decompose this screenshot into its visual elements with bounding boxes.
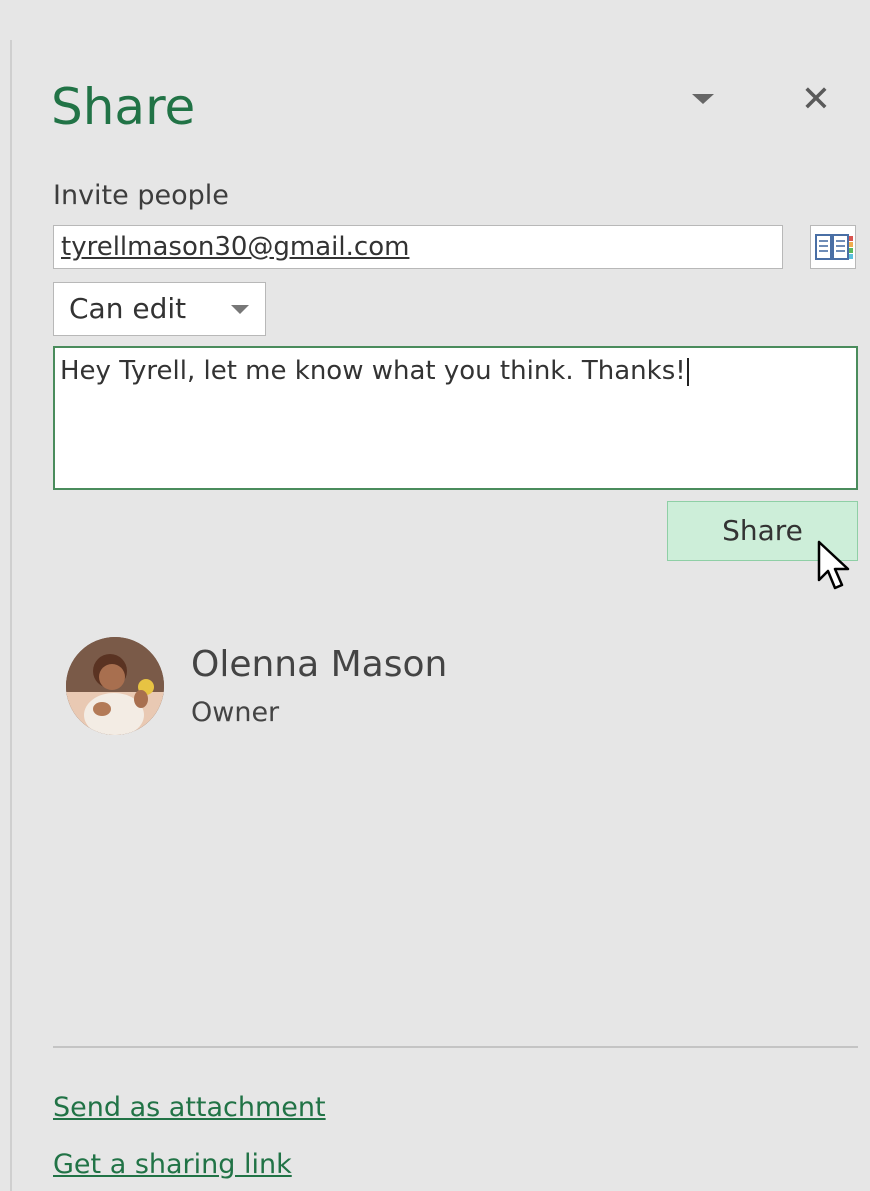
avatar xyxy=(66,637,164,735)
address-book-icon xyxy=(815,234,853,260)
person-name: Olenna Mason xyxy=(191,644,448,685)
permission-dropdown[interactable]: Can edit xyxy=(53,282,266,336)
message-text: Hey Tyrell, let me know what you think. … xyxy=(60,356,686,386)
person-role: Owner xyxy=(191,697,280,728)
email-input[interactable]: tyrellmason30@gmail.com xyxy=(53,225,783,269)
address-book-button[interactable] xyxy=(810,225,856,269)
send-as-attachment-link[interactable]: Send as attachment xyxy=(53,1088,326,1128)
task-pane-options-button[interactable] xyxy=(688,84,718,114)
invite-people-label: Invite people xyxy=(53,180,229,211)
permission-selected-value: Can edit xyxy=(69,292,187,325)
get-sharing-link-link[interactable]: Get a sharing link xyxy=(53,1145,292,1185)
pane-title: Share xyxy=(51,78,196,136)
close-icon: ✕ xyxy=(800,79,832,120)
chevron-down-icon xyxy=(692,94,714,104)
pane-left-border xyxy=(10,40,12,1191)
share-pane: Share ✕ Invite people tyrellmason30@gmai… xyxy=(0,0,870,1191)
avatar-photo xyxy=(66,637,164,735)
close-button[interactable]: ✕ xyxy=(796,80,836,120)
footer-divider xyxy=(53,1046,858,1048)
text-cursor xyxy=(686,357,689,386)
mouse-pointer-icon xyxy=(817,540,850,590)
message-textarea[interactable]: Hey Tyrell, let me know what you think. … xyxy=(53,346,858,490)
dropdown-caret-icon xyxy=(231,305,249,314)
